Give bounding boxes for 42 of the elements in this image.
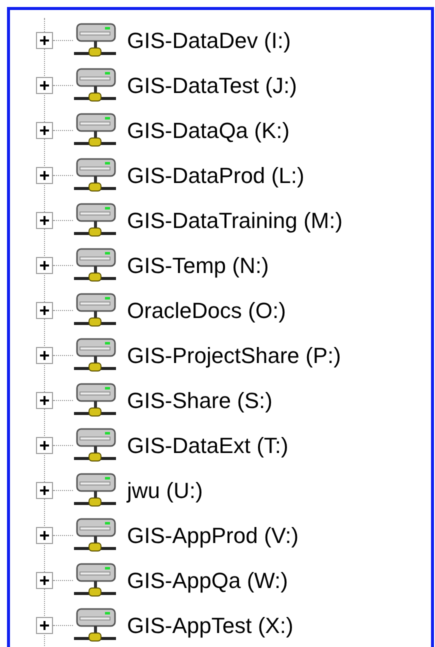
drive-label[interactable]: GIS-Share (S:) xyxy=(127,384,272,417)
drive-label[interactable]: OracleDocs (O:) xyxy=(127,294,286,327)
network-drive-icon xyxy=(73,562,117,598)
drive-label[interactable]: GIS-DataTest (J:) xyxy=(127,69,297,102)
drive-label[interactable]: GIS-Temp (N:) xyxy=(127,249,269,282)
network-drive-icon xyxy=(73,608,117,644)
network-drive-icon xyxy=(73,428,117,464)
drive-label[interactable]: GIS-AppProd (V:) xyxy=(127,519,299,552)
expand-icon[interactable] xyxy=(36,437,53,454)
expand-icon[interactable] xyxy=(36,212,53,229)
drive-label[interactable]: GIS-DataTraining (M:) xyxy=(127,204,343,237)
network-drive-icon xyxy=(73,68,117,104)
expand-icon[interactable] xyxy=(36,77,53,94)
expand-icon[interactable] xyxy=(36,32,53,49)
expand-icon[interactable] xyxy=(36,347,53,364)
drive-label[interactable]: GIS-ProjectShare (P:) xyxy=(127,339,341,372)
drive-label[interactable]: GIS-AppTest (X:) xyxy=(127,609,294,642)
network-drive-icon xyxy=(73,292,117,328)
drive-label[interactable]: jwu (U:) xyxy=(127,474,203,507)
network-drive-icon xyxy=(73,382,117,418)
network-drive-icon xyxy=(73,518,117,554)
expand-icon[interactable] xyxy=(36,167,53,184)
expand-icon[interactable] xyxy=(36,122,53,139)
network-drive-icon xyxy=(73,202,117,238)
drive-label[interactable]: GIS-DataQa (K:) xyxy=(127,114,290,147)
expand-icon[interactable] xyxy=(36,257,53,274)
network-drive-icon xyxy=(73,158,117,194)
network-drive-icon xyxy=(73,248,117,284)
expand-icon[interactable] xyxy=(36,617,53,634)
expand-icon[interactable] xyxy=(36,482,53,499)
expand-icon[interactable] xyxy=(36,302,53,319)
expand-icon[interactable] xyxy=(36,392,53,409)
expand-icon[interactable] xyxy=(36,572,53,589)
network-drive-icon xyxy=(73,112,117,148)
network-drive-icon xyxy=(73,22,117,58)
drive-label[interactable]: GIS-DataExt (T:) xyxy=(127,429,288,462)
drive-label[interactable]: GIS-AppQa (W:) xyxy=(127,564,288,597)
drive-label[interactable]: GIS-DataProd (L:) xyxy=(127,159,304,192)
drive-label[interactable]: GIS-DataDev (I:) xyxy=(127,24,291,57)
network-drive-icon xyxy=(73,338,117,374)
expand-icon[interactable] xyxy=(36,527,53,544)
network-drive-icon xyxy=(73,472,117,508)
